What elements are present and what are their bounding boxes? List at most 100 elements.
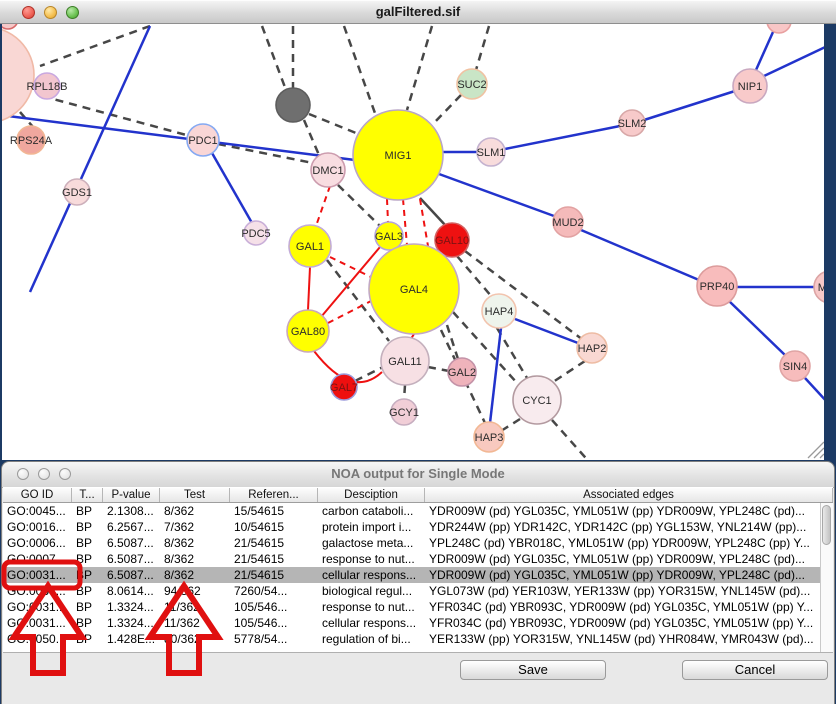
- table-cell: BP: [72, 583, 103, 599]
- table-cell: YDR009W (pd) YGL035C, YML051W (pp) YDR00…: [425, 551, 833, 567]
- table-row[interactable]: GO:0016...BP6.2567...7/36210/54615protei…: [3, 519, 833, 535]
- column-header-associated-edges[interactable]: Associated edges: [425, 488, 833, 502]
- table-row[interactable]: GO:0031...BP1.3324...11/362105/546...res…: [3, 599, 833, 615]
- graph-edge[interactable]: [308, 267, 310, 310]
- table-cell: 21/54615: [230, 535, 318, 551]
- graph-edge[interactable]: [505, 126, 620, 149]
- scrollbar-thumb[interactable]: [822, 505, 831, 545]
- graph-edge[interactable]: [497, 328, 527, 378]
- table-cell: biological regul...: [318, 583, 425, 599]
- resize-grip-icon[interactable]: [820, 454, 824, 458]
- table-cell: 7/362: [160, 519, 230, 535]
- cancel-button[interactable]: Cancel: [682, 660, 828, 680]
- graph-node-label: GAL4: [400, 284, 428, 296]
- graph-node[interactable]: [767, 24, 791, 33]
- resize-grip-icon[interactable]: [814, 448, 824, 458]
- column-header-t-[interactable]: T...: [72, 488, 103, 502]
- table-row[interactable]: GO:0065...BP8.0614...94/3627260/54...bio…: [3, 583, 833, 599]
- graph-edge[interactable]: [515, 319, 578, 343]
- table-cell: BP: [72, 599, 103, 615]
- graph-edge[interactable]: [212, 153, 252, 223]
- table-cell: response to nut...: [318, 551, 425, 567]
- graph-edge[interactable]: [309, 114, 356, 133]
- table-row[interactable]: GO:0050...BP1.428E...80/3625778/54...reg…: [3, 631, 833, 647]
- graph-edge[interactable]: [552, 420, 592, 460]
- table-cell: BP: [72, 551, 103, 567]
- table-cell: GO:0007...: [3, 551, 72, 567]
- table-cell: YGL073W (pd) YER103W, YER133W (pp) YOR31…: [425, 583, 833, 599]
- table-cell: 10/54615: [230, 519, 318, 535]
- graph-edge[interactable]: [344, 26, 376, 116]
- graph-edge[interactable]: [387, 199, 388, 222]
- graph-edge[interactable]: [553, 361, 585, 382]
- table-row[interactable]: GO:0031...BP6.5087...8/36221/54615cellul…: [3, 567, 833, 583]
- column-header-referen-[interactable]: Referen...: [230, 488, 318, 502]
- table-row[interactable]: GO:0006...BP6.5087...8/36221/54615galact…: [3, 535, 833, 551]
- graph-node-label: GAL2: [448, 367, 476, 379]
- graph-edge[interactable]: [729, 301, 786, 356]
- graph-node-label: SIN4: [783, 361, 807, 373]
- table-cell: 1.428E...: [103, 631, 160, 647]
- graph-edge[interactable]: [2, 114, 355, 160]
- table-cell: 1.3324...: [103, 599, 160, 615]
- graph-node-label: RPS24A: [10, 135, 53, 147]
- graph-edge[interactable]: [428, 367, 449, 371]
- graph-edge[interactable]: [447, 325, 458, 359]
- graph-edge[interactable]: [316, 186, 330, 226]
- network-graph[interactable]: RPL18BRPS24AGDS1PDC1MIG1SUC2SLM1SLM2NIP1…: [2, 24, 824, 460]
- table-header-row: GO IDT...P-valueTestReferen...Desciption…: [3, 487, 833, 503]
- graph-edge[interactable]: [644, 91, 735, 120]
- graph-edge[interactable]: [304, 120, 319, 155]
- graph-edge[interactable]: [30, 26, 150, 292]
- graph-edge[interactable]: [328, 301, 371, 323]
- network-window-title: galFiltered.sif: [0, 4, 836, 19]
- graph-edge[interactable]: [439, 174, 554, 216]
- graph-node[interactable]: [2, 27, 34, 123]
- graph-edge[interactable]: [490, 328, 501, 423]
- graph-edge[interactable]: [457, 256, 492, 297]
- graph-node[interactable]: [276, 88, 310, 122]
- table-cell: galactose meta...: [318, 535, 425, 551]
- network-window-titlebar[interactable]: galFiltered.sif: [0, 0, 836, 24]
- table-cell: 8/362: [160, 551, 230, 567]
- table-row[interactable]: GO:0045...BP2.1308...8/36215/54615carbon…: [3, 503, 833, 519]
- graph-node-label: SUC2: [457, 79, 486, 91]
- graph-edge[interactable]: [581, 230, 699, 280]
- table-cell: 8/362: [160, 567, 230, 583]
- graph-edge[interactable]: [501, 419, 520, 431]
- table-row[interactable]: GO:0007...BP6.5087...8/36221/54615respon…: [3, 551, 833, 567]
- table-cell: GO:0016...: [3, 519, 72, 535]
- table-cell: YER133W (pp) YOR315W, YNL145W (pd) YHR08…: [425, 631, 833, 647]
- graph-edge[interactable]: [805, 378, 824, 416]
- graph-node[interactable]: [2, 24, 18, 29]
- graph-edge[interactable]: [476, 26, 489, 70]
- graph-edge[interactable]: [262, 26, 286, 90]
- vertical-scrollbar[interactable]: [820, 503, 833, 652]
- column-header-p-value[interactable]: P-value: [103, 488, 160, 502]
- graph-node-label: HAP4: [485, 306, 514, 318]
- table-cell: GO:0031...: [3, 615, 72, 631]
- table-cell: 7260/54...: [230, 583, 318, 599]
- table-cell: 21/54615: [230, 551, 318, 567]
- save-button[interactable]: Save: [460, 660, 606, 680]
- graph-edge[interactable]: [465, 251, 583, 340]
- table-row[interactable]: GO:0031...BP1.3324...11/362105/546...cel…: [3, 615, 833, 631]
- graph-node-label: GAL11: [388, 356, 421, 368]
- column-header-desciption[interactable]: Desciption: [318, 488, 425, 502]
- graph-edge[interactable]: [433, 95, 461, 124]
- graph-node-label: RPL18B: [27, 81, 68, 93]
- column-header-go-id[interactable]: GO ID: [3, 488, 72, 502]
- table-cell: 11/362: [160, 599, 230, 615]
- table-cell: 80/362: [160, 631, 230, 647]
- network-canvas[interactable]: RPL18BRPS24AGDS1PDC1MIG1SUC2SLM1SLM2NIP1…: [2, 24, 824, 460]
- graph-node-label: SLM2: [618, 118, 647, 130]
- graph-node-label: GCY1: [389, 407, 419, 419]
- graph-edge[interactable]: [404, 385, 405, 400]
- noa-window-titlebar[interactable]: NOA output for Single Mode: [2, 462, 834, 488]
- graph-node-label: HAP2: [578, 343, 607, 355]
- graph-node-label: GAL7: [330, 382, 358, 394]
- graph-edge[interactable]: [407, 26, 432, 110]
- column-header-test[interactable]: Test: [160, 488, 230, 502]
- graph-edge[interactable]: [756, 32, 773, 70]
- graph-edge[interactable]: [764, 42, 824, 76]
